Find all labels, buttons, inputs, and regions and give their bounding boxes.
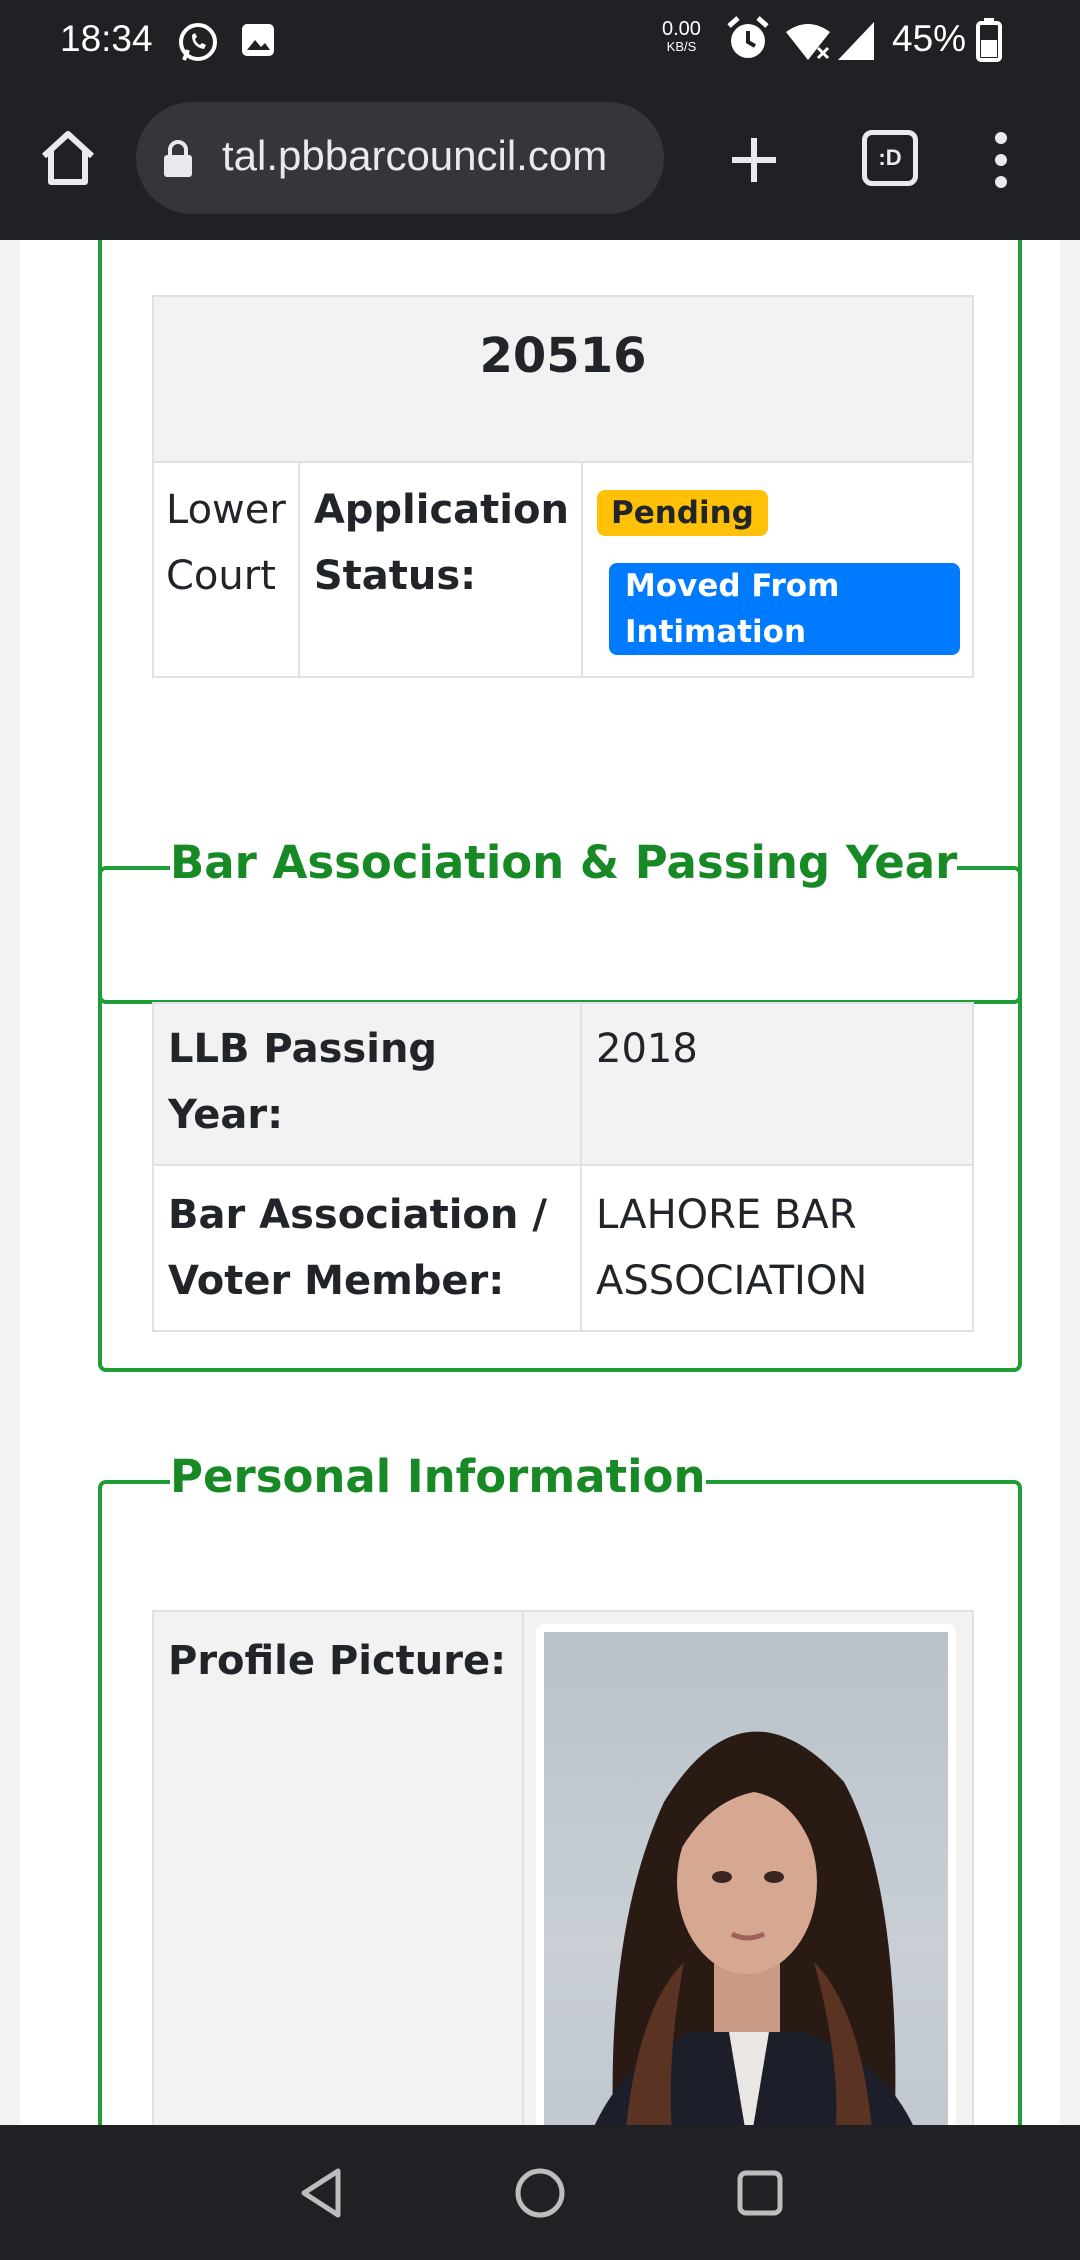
court-cell: Lower Court (152, 461, 300, 678)
application-table: 20516 Lower Court Application Status: Pe… (152, 295, 975, 678)
image-icon (240, 20, 276, 64)
personal-information-section: Personal Information Profile Picture: (98, 1450, 1022, 2125)
network-speed-value: 0.00 (662, 18, 701, 40)
browser-toolbar: tal.pbbarcouncil.com :D (0, 82, 1080, 240)
profile-picture-cell (522, 1610, 974, 2125)
status-bar: 18:34 0.00 KB/S 45% (0, 0, 1080, 82)
bar-association-label: Bar Association / Voter Member: (152, 1164, 582, 1332)
bar-association-legend: Bar Association & Passing Year (170, 836, 958, 889)
profile-photo[interactable] (544, 1632, 948, 2125)
wifi-icon (784, 22, 832, 66)
status-badge-moved: Moved From Intimation (608, 563, 960, 655)
profile-picture-label: Profile Picture: (152, 1610, 524, 2125)
system-nav-bar (0, 2125, 1080, 2260)
network-speed: 0.00 KB/S (662, 18, 701, 56)
network-speed-unit: KB/S (666, 39, 697, 54)
personal-information-legend: Personal Information (170, 1450, 706, 1503)
page-viewport[interactable]: 20516 Lower Court Application Status: Pe… (0, 240, 1080, 2125)
whatsapp-icon (176, 20, 220, 68)
home-nav-icon[interactable] (510, 2163, 570, 2223)
lock-icon (162, 138, 194, 178)
bar-association-table: LLB Passing Year: 2018 Bar Association /… (152, 1002, 974, 1332)
llb-year-value: 2018 (580, 1002, 974, 1166)
table-row: LLB Passing Year: 2018 (152, 1002, 974, 1166)
content-card: 20516 Lower Court Application Status: Pe… (20, 240, 1060, 2125)
application-id: 20516 (152, 295, 974, 463)
table-row: Bar Association / Voter Member: LAHORE B… (152, 1164, 974, 1332)
home-icon[interactable] (36, 126, 100, 190)
status-time: 18:34 (60, 18, 153, 59)
recents-icon[interactable] (730, 2163, 790, 2223)
url-text: tal.pbbarcouncil.com (222, 132, 608, 179)
address-bar[interactable]: tal.pbbarcouncil.com (136, 102, 664, 214)
tab-switcher-button[interactable]: :D (862, 130, 918, 186)
battery-icon (976, 18, 1002, 66)
application-status-cell: Pending Moved From Intimation (580, 461, 975, 678)
more-menu-icon[interactable] (986, 128, 1016, 192)
profile-photo-frame (536, 1624, 956, 2125)
personal-information-table: Profile Picture: (152, 1610, 974, 2125)
table-row: Profile Picture: (152, 1610, 974, 2125)
bar-association-value: LAHORE BAR ASSOCIATION (580, 1164, 974, 1332)
cell-signal-icon (836, 20, 876, 66)
alarm-icon (726, 16, 770, 66)
application-status-label: Application Status: (297, 461, 583, 678)
new-tab-icon[interactable] (722, 128, 786, 192)
status-badge-pending: Pending (596, 490, 768, 536)
llb-year-label: LLB Passing Year: (152, 1002, 582, 1166)
battery-percent: 45% (892, 18, 967, 59)
bar-association-section: Bar Association & Passing Year LLB Passi… (98, 836, 1022, 1372)
back-icon[interactable] (292, 2163, 352, 2223)
